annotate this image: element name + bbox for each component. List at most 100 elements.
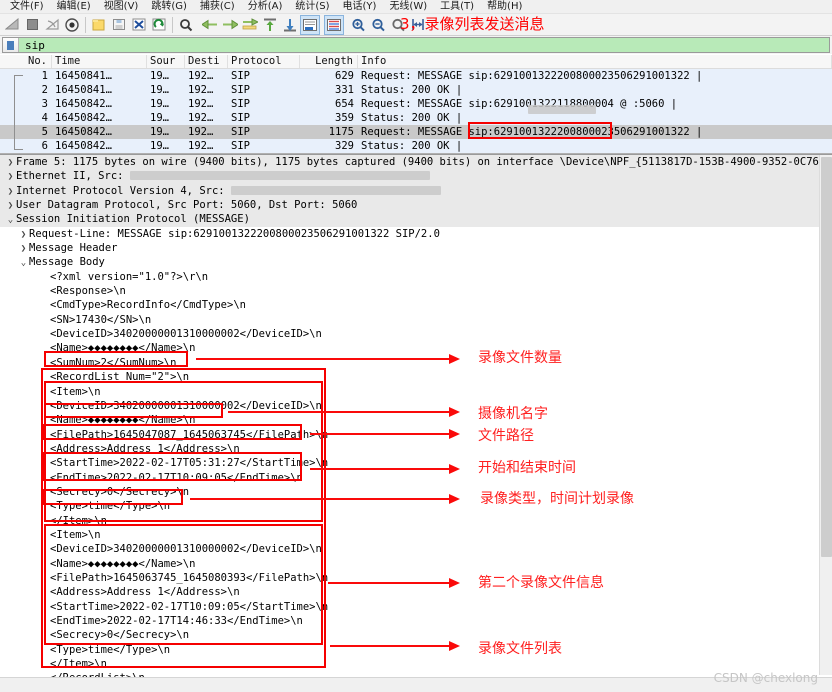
expand-arrow-collapsed-icon[interactable]: ❯ (5, 199, 16, 213)
table-row[interactable]: 3 16450842… 19… 192… SIP 654 Request: ME… (0, 97, 832, 111)
cell-protocol: SIP (231, 140, 250, 152)
table-row[interactable]: 4 16450842… 19… 192… SIP 359 Status: 200… (0, 111, 832, 125)
find-packet-icon[interactable] (176, 15, 196, 35)
column-header-source[interactable]: Sour (147, 55, 185, 68)
expand-arrow-collapsed-icon[interactable]: ❯ (18, 242, 29, 256)
column-header-protocol[interactable]: Protocol (228, 55, 300, 68)
display-filter-value[interactable]: sip (19, 39, 45, 52)
packet-details-pane[interactable]: ❯ Frame 5: 1175 bytes on wire (9400 bits)… (0, 154, 832, 678)
go-forward-icon[interactable] (220, 15, 240, 35)
xml-line[interactable]: </Item>\n (0, 514, 832, 528)
menu-analyze[interactable]: 分析(A) (242, 0, 290, 13)
detail-row-message-header[interactable]: ❯ Message Header (0, 241, 832, 255)
expand-arrow-collapsed-icon[interactable]: ❯ (18, 228, 29, 242)
menu-wireless[interactable]: 无线(W) (383, 0, 434, 13)
expand-arrow-collapsed-icon[interactable]: ❯ (5, 185, 16, 199)
redacted-ip-packet-row-3 (528, 105, 596, 114)
xml-line[interactable]: <CmdType>RecordInfo</CmdType>\n (0, 298, 832, 312)
annot-record-type: 录像类型，时间计划录像 (480, 491, 634, 507)
xml-line[interactable]: <DeviceID>34020000001310000002</DeviceID… (0, 327, 832, 341)
xml-line-name[interactable]: <Name>◆◆◆◆◆◆◆◆</Name>\n (0, 413, 832, 427)
column-header-length[interactable]: Length (300, 55, 358, 68)
expand-arrow-expanded-icon[interactable]: ⌄ (5, 213, 16, 227)
menu-capture[interactable]: 捕获(C) (194, 0, 242, 13)
menu-view[interactable]: 视图(V) (98, 0, 146, 13)
open-file-icon[interactable] (89, 15, 109, 35)
menu-file[interactable]: 文件(F) (4, 0, 51, 13)
zoom-out-icon[interactable] (368, 15, 388, 35)
menu-tools[interactable]: 工具(T) (434, 0, 481, 13)
cell-source: 19… (150, 70, 169, 82)
detail-vertical-scrollbar[interactable] (819, 155, 832, 675)
cell-no: 1 (41, 70, 48, 82)
xml-line[interactable]: <Secrecy>0</Secrecy>\n (0, 628, 832, 642)
xml-line[interactable]: <Name>◆◆◆◆◆◆◆◆</Name>\n (0, 341, 832, 355)
menu-telephony[interactable]: 电话(Y) (337, 0, 384, 13)
xml-line-type[interactable]: <Type>time</Type>\n (0, 499, 832, 513)
xml-line[interactable]: <Name>◆◆◆◆◆◆◆◆</Name>\n (0, 557, 832, 571)
xml-line-recordlist[interactable]: <RecordList Num="2">\n (0, 370, 832, 384)
detail-message-header-text: Message Header (29, 242, 118, 255)
detail-row-request-line[interactable]: ❯ Request-Line: MESSAGE sip:6291001322200… (0, 227, 832, 241)
xml-line[interactable]: <EndTime>2022-02-17T14:46:33</EndTime>\n (0, 614, 832, 628)
xml-line-endtime[interactable]: <EndTime>2022-02-17T10:09:05</EndTime>\n (0, 471, 832, 485)
table-row-selected[interactable]: 5 16450842… 19… 192… SIP 1175 Request: M… (0, 125, 832, 139)
cell-no: 3 (41, 98, 48, 110)
stop-capture-icon[interactable] (22, 15, 42, 35)
xml-line[interactable]: <StartTime>2022-02-17T10:09:05</StartTim… (0, 600, 832, 614)
cell-time: 16450841… (55, 70, 112, 82)
expand-arrow-collapsed-icon[interactable]: ❯ (5, 170, 16, 184)
go-to-first-icon[interactable] (260, 15, 280, 35)
column-header-dest[interactable]: Desti (185, 55, 228, 68)
reload-file-icon[interactable] (149, 15, 169, 35)
start-capture-icon[interactable] (2, 15, 22, 35)
table-row[interactable]: 1 16450841… 19… 192… SIP 629 Request: ME… (0, 69, 832, 83)
table-row[interactable]: 2 16450841… 19… 192… SIP 331 Status: 200… (0, 83, 832, 97)
expand-arrow-expanded-icon[interactable]: ⌄ (18, 256, 29, 270)
table-row[interactable]: 6 16450842… 19… 192… SIP 329 Status: 200… (0, 139, 832, 153)
filter-bookmark-icon[interactable] (3, 38, 19, 52)
close-file-icon[interactable] (129, 15, 149, 35)
detail-vertical-scroll-thumb[interactable] (821, 157, 832, 557)
go-to-last-icon[interactable] (280, 15, 300, 35)
annot-arrow-line-record-count (196, 358, 449, 360)
column-header-info[interactable]: Info (358, 55, 832, 68)
detail-row-sip[interactable]: ⌄ Session Initiation Protocol (MESSAGE) (0, 212, 832, 227)
autoscroll-icon[interactable] (300, 14, 320, 35)
menu-help[interactable]: 帮助(H) (481, 0, 529, 13)
colorize-icon[interactable] (324, 14, 344, 35)
column-header-no[interactable]: No. (0, 55, 52, 68)
detail-row-ipv4[interactable]: ❯ Internet Protocol Version 4, Src: (0, 183, 832, 199)
xml-line-item2[interactable]: <Item>\n (0, 528, 832, 542)
annot-file-path: 文件路径 (478, 428, 534, 444)
xml-line[interactable]: <SN>17430</SN>\n (0, 313, 832, 327)
capture-options-icon[interactable] (62, 15, 82, 35)
restart-capture-icon[interactable] (42, 15, 62, 35)
detail-row-message-body[interactable]: ⌄ Message Body (0, 255, 832, 269)
annotation-title: 3，录像列表发送消息 (400, 15, 545, 33)
detail-row-ethernet[interactable]: ❯ Ethernet II, Src: (0, 169, 832, 184)
expand-arrow-collapsed-icon[interactable]: ❯ (5, 156, 16, 170)
cell-length: 359 (335, 112, 354, 124)
detail-row-frame[interactable]: ❯ Frame 5: 1175 bytes on wire (9400 bits)… (0, 155, 832, 170)
packet-list-header: No. Time Sour Desti Protocol Length Info (0, 55, 832, 69)
column-header-time[interactable]: Time (52, 55, 147, 68)
zoom-in-icon[interactable] (348, 15, 368, 35)
packet-list-pane[interactable]: No. Time Sour Desti Protocol Length Info… (0, 55, 832, 154)
xml-line[interactable]: <DeviceID>34020000001310000002</DeviceID… (0, 542, 832, 556)
menu-edit[interactable]: 编辑(E) (51, 0, 98, 13)
go-back-icon[interactable] (200, 15, 220, 35)
xml-line[interactable]: </Item>\n (0, 657, 832, 671)
menu-go[interactable]: 跳转(G) (145, 0, 194, 13)
save-file-icon[interactable] (109, 15, 129, 35)
xml-line[interactable]: <Response>\n (0, 284, 832, 298)
display-filter-input[interactable]: sip (2, 37, 830, 53)
xml-line[interactable]: <Item>\n (0, 385, 832, 399)
detail-ethernet-text: Ethernet II, Src: (16, 170, 130, 183)
xml-line[interactable]: <?xml version="1.0"?>\r\n (0, 270, 832, 284)
go-to-packet-icon[interactable] (240, 15, 260, 35)
xml-line[interactable]: <Address>Address 1</Address>\n (0, 585, 832, 599)
detail-row-udp[interactable]: ❯ User Datagram Protocol, Src Port: 5060,… (0, 198, 832, 213)
xml-line[interactable]: <Address>Address 1</Address>\n (0, 442, 832, 456)
menu-statistics[interactable]: 统计(S) (289, 0, 336, 13)
